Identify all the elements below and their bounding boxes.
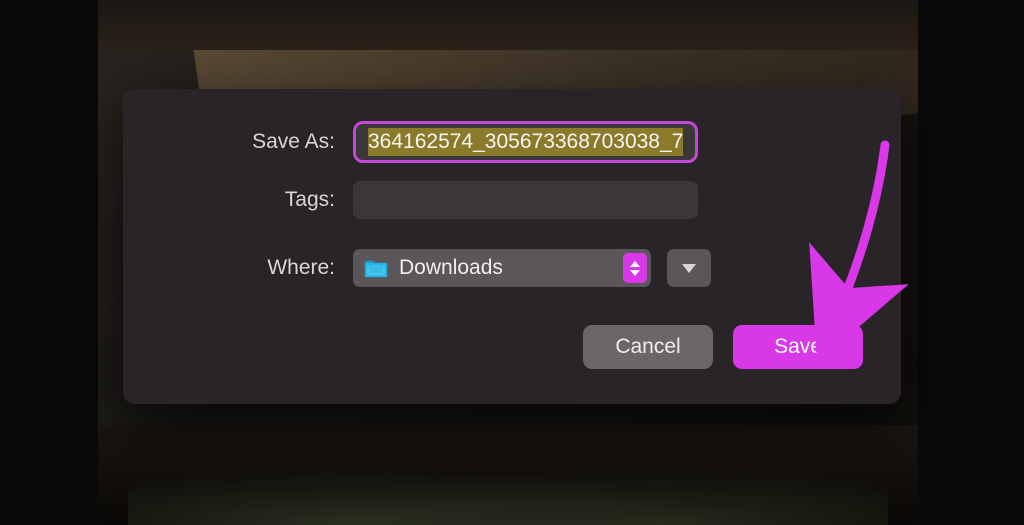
where-label: Where: — [153, 256, 353, 280]
dialog-buttons: Cancel Save — [153, 325, 871, 369]
folder-icon — [363, 257, 389, 279]
tags-input[interactable] — [353, 181, 698, 219]
where-dropdown[interactable]: Downloads — [353, 249, 651, 287]
where-folder-name: Downloads — [399, 256, 643, 280]
save-dialog: Save As: 364162574_305673368703038_73 Ta… — [123, 89, 901, 404]
chevron-down-icon — [682, 264, 696, 273]
where-row: Where: Downloads — [153, 249, 871, 287]
save-as-value: 364162574_305673368703038_73 — [368, 128, 683, 156]
tags-row: Tags: — [153, 181, 871, 219]
tags-label: Tags: — [153, 188, 353, 212]
cancel-button[interactable]: Cancel — [583, 325, 713, 369]
save-as-row: Save As: 364162574_305673368703038_73 — [153, 121, 871, 163]
save-as-label: Save As: — [153, 130, 353, 154]
where-stepper-icon — [623, 253, 647, 283]
expand-button[interactable] — [667, 249, 711, 287]
save-button[interactable]: Save — [733, 325, 863, 369]
save-as-input[interactable]: 364162574_305673368703038_73 — [353, 121, 698, 163]
